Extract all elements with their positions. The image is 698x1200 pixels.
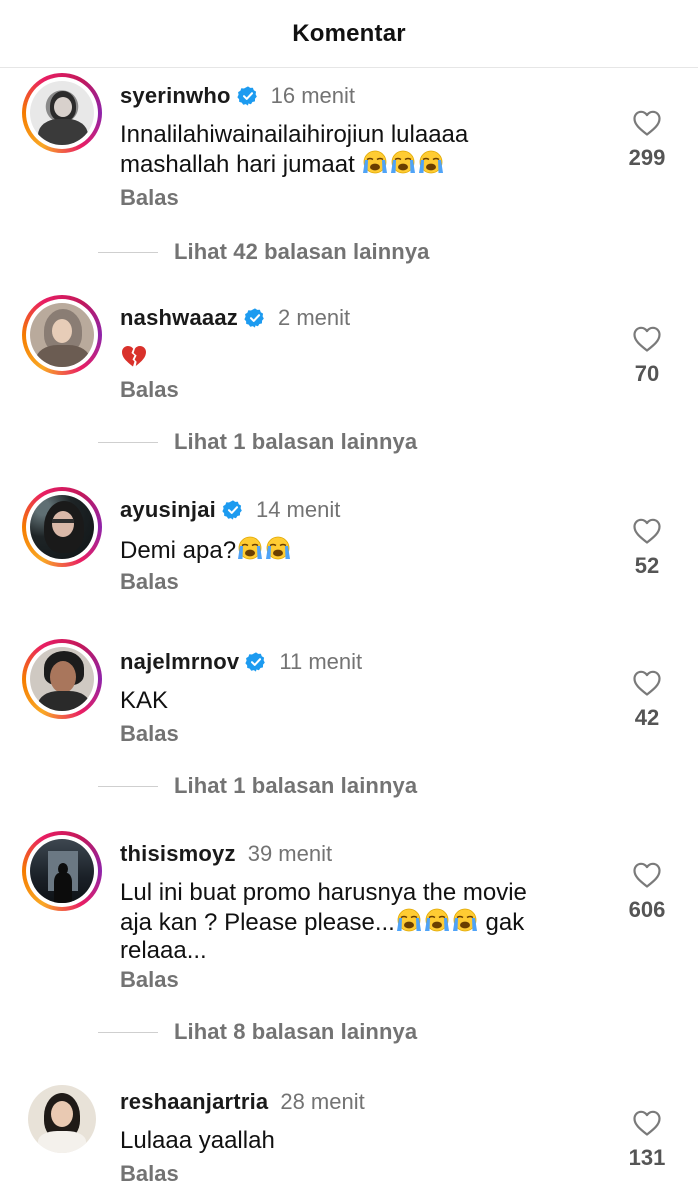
comment-text: Lulaaa yaallah — [120, 1127, 275, 1154]
reply-button[interactable]: Balas — [120, 967, 179, 993]
reply-button[interactable]: Balas — [120, 185, 179, 211]
avatar[interactable] — [22, 831, 102, 911]
reply-button[interactable]: Balas — [120, 377, 179, 403]
crying-face-emoji — [423, 907, 451, 933]
heart-icon[interactable] — [632, 669, 662, 697]
divider-line — [98, 441, 158, 443]
verified-badge-icon — [222, 499, 244, 521]
comment-time: 11 menit — [279, 649, 363, 674]
like-button[interactable]: 299 — [610, 109, 684, 171]
like-button[interactable]: 70 — [610, 325, 684, 387]
view-more-replies[interactable]: Lihat 1 balasan lainnya — [98, 429, 417, 455]
view-more-replies[interactable]: Lihat 8 balasan lainnya — [98, 1019, 417, 1045]
avatar[interactable] — [22, 1079, 102, 1159]
header-title: Komentar — [292, 19, 406, 47]
like-button[interactable]: 131 — [610, 1109, 684, 1171]
username[interactable]: reshaanjartria — [120, 1089, 268, 1115]
like-count: 131 — [628, 1145, 666, 1170]
comment-time: 28 menit — [280, 1089, 365, 1114]
heart-icon[interactable] — [632, 109, 662, 137]
crying-face-emoji — [389, 149, 417, 175]
comment-text: Lul ini buat promo harusnya the movie aj… — [120, 879, 527, 964]
crying-face-emoji — [361, 149, 389, 175]
username[interactable]: ayusinjai — [120, 497, 216, 523]
avatar[interactable] — [22, 487, 102, 567]
username[interactable]: nashwaaaz — [120, 305, 238, 331]
like-button[interactable]: 606 — [610, 861, 684, 923]
view-more-replies[interactable]: Lihat 1 balasan lainnya — [98, 773, 417, 799]
reply-button[interactable]: Balas — [120, 1161, 179, 1187]
like-count: 299 — [628, 145, 666, 170]
avatar[interactable] — [22, 295, 102, 375]
comment-time: 14 menit — [255, 497, 341, 522]
comment-time: 39 menit — [247, 841, 333, 866]
like-count: 606 — [628, 897, 666, 922]
username[interactable]: syerinwho — [120, 83, 231, 109]
crying-face-emoji — [264, 535, 292, 561]
like-count: 70 — [634, 361, 660, 386]
divider-line — [98, 785, 158, 787]
comment-text: Demi apa? — [120, 535, 590, 565]
username[interactable]: najelmrnov — [120, 649, 239, 675]
crying-face-emoji — [417, 149, 445, 175]
heart-icon[interactable] — [632, 1109, 662, 1137]
comment-text: KAK — [120, 687, 169, 714]
broken-heart-emoji — [120, 343, 148, 369]
verified-badge-icon — [244, 307, 266, 329]
comment-time: 16 menit — [270, 83, 355, 108]
like-count: 42 — [634, 705, 660, 730]
verified-badge-icon — [245, 651, 267, 673]
avatar[interactable] — [22, 639, 102, 719]
avatar[interactable] — [22, 73, 102, 153]
like-button[interactable]: 42 — [610, 669, 684, 731]
like-count: 52 — [634, 553, 660, 578]
heart-icon[interactable] — [632, 325, 662, 353]
reply-button[interactable]: Balas — [120, 569, 179, 595]
crying-face-emoji — [236, 535, 264, 561]
crying-face-emoji — [451, 907, 479, 933]
reply-button[interactable]: Balas — [120, 721, 179, 747]
view-more-replies[interactable]: Lihat 42 balasan lainnya — [98, 239, 430, 265]
comment-time: 2 menit — [277, 305, 351, 330]
comment-text — [120, 343, 590, 373]
username[interactable]: thisismoyz — [120, 841, 236, 867]
comments-header: Komentar — [0, 0, 698, 68]
divider-line — [98, 251, 158, 253]
divider-line — [98, 1031, 158, 1033]
heart-icon[interactable] — [632, 861, 662, 889]
verified-badge-icon — [237, 85, 259, 107]
comment-list[interactable]: syerinwho 16 menit Innalilahiwainailaihi… — [0, 68, 698, 1200]
comment-text: Innalilahiwainailaihirojiun lulaaaa mash… — [120, 121, 469, 178]
heart-icon[interactable] — [632, 517, 662, 545]
like-button[interactable]: 52 — [610, 517, 684, 579]
crying-face-emoji — [395, 907, 423, 933]
